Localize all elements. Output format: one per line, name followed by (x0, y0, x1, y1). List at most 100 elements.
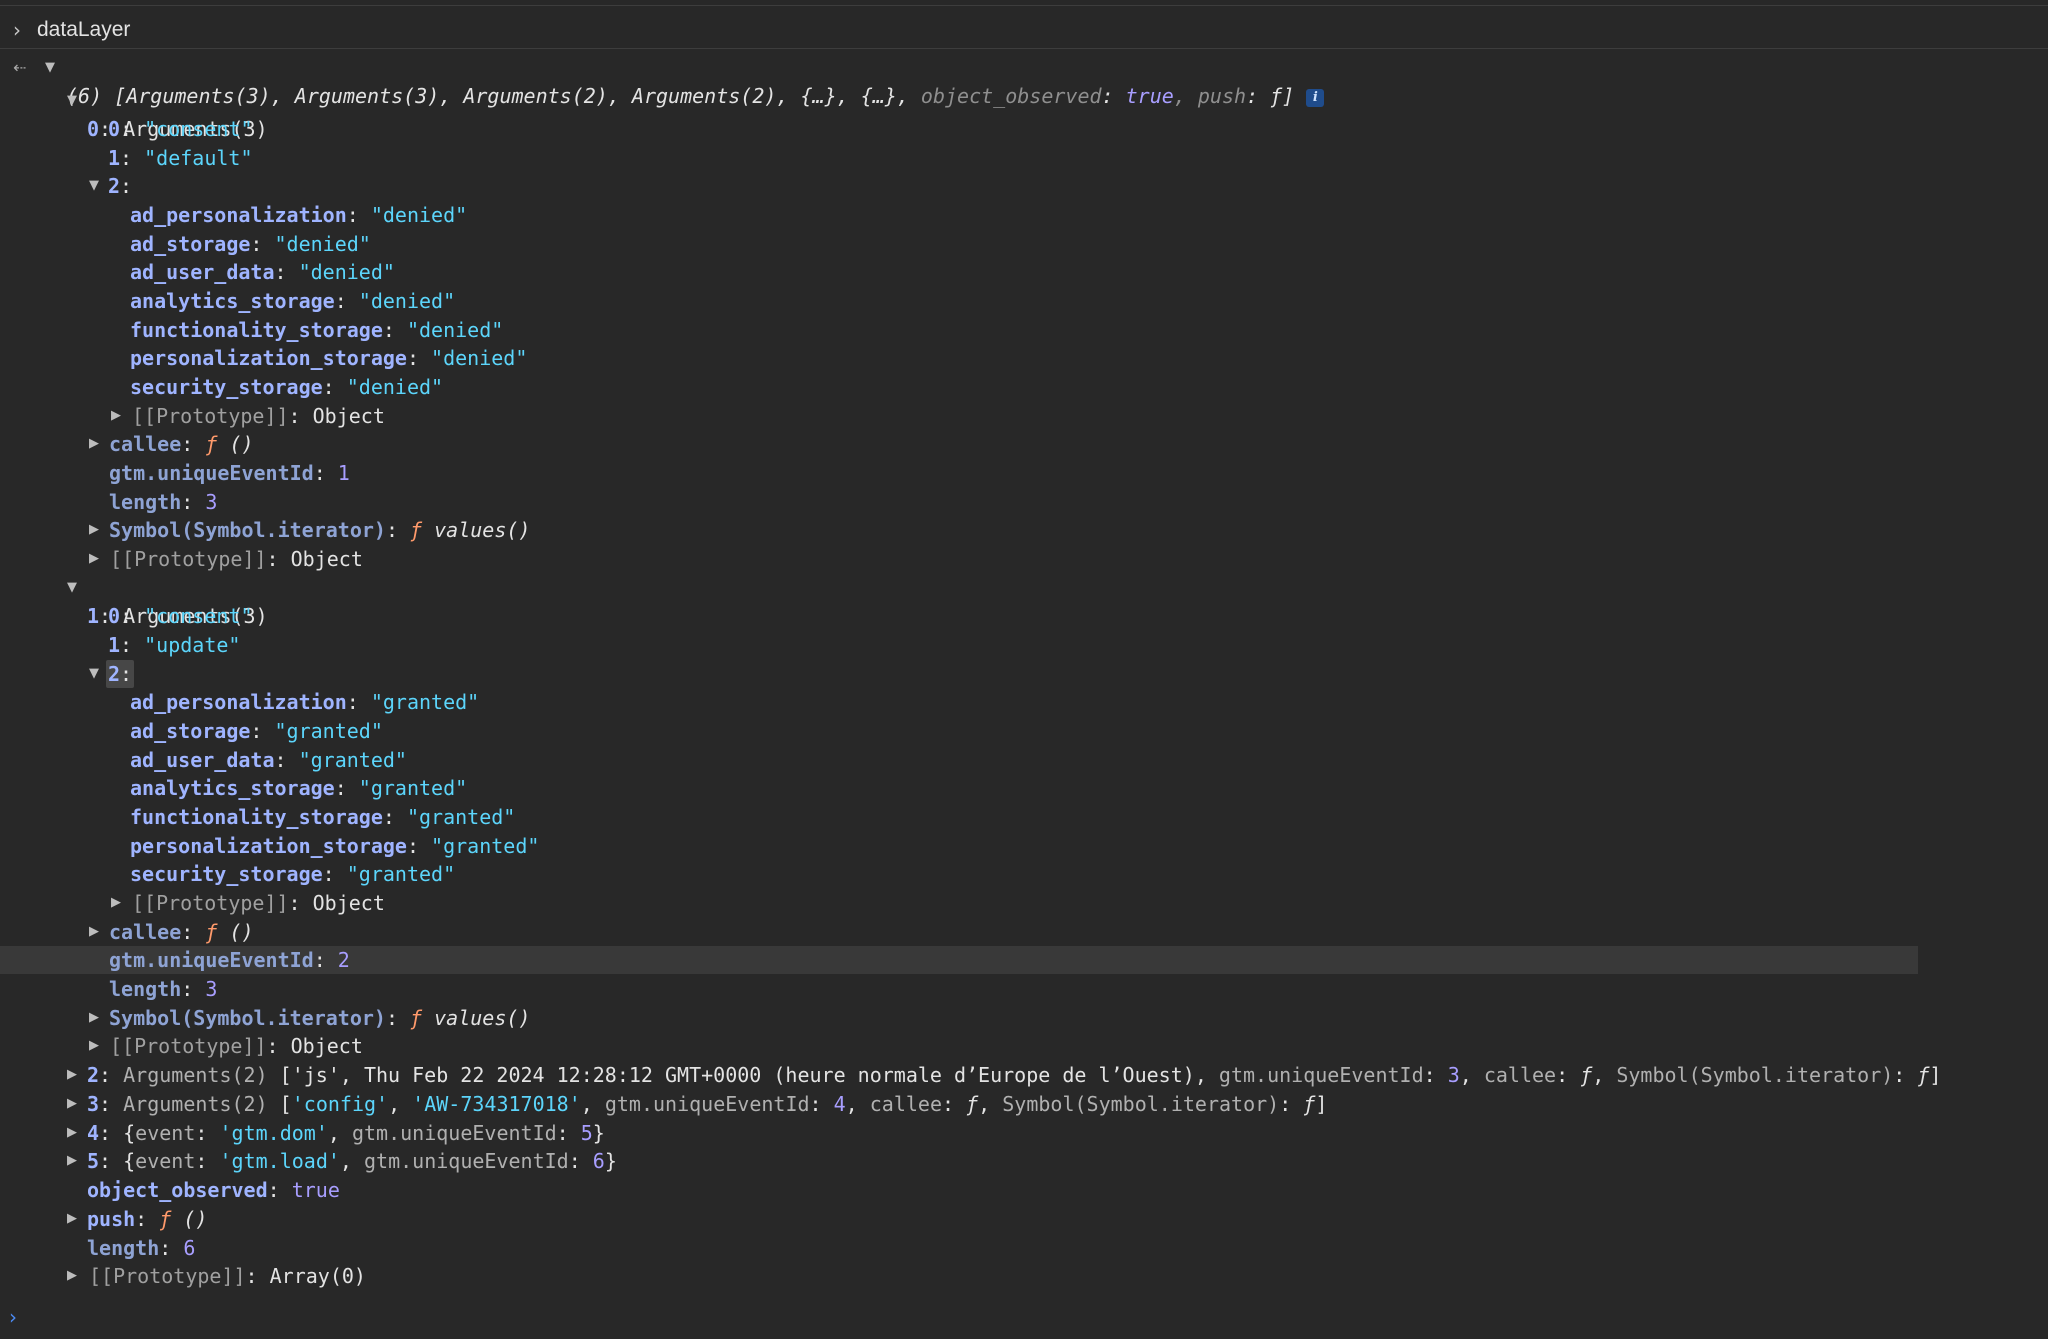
length-value: 6 (183, 1236, 196, 1260)
prop-key: analytics_storage (130, 776, 335, 800)
expand-triangle-icon[interactable]: ▶ (86, 1004, 102, 1032)
prop-key: personalization_storage (130, 346, 407, 370)
expand-triangle-icon[interactable]: ▶ (86, 1032, 102, 1060)
expand-triangle-icon[interactable]: ▼ (86, 660, 102, 688)
expand-triangle-icon[interactable]: ▶ (64, 1090, 80, 1118)
prototype-key: [[Prototype]] (110, 1034, 267, 1058)
prop-key: ad_storage (130, 232, 251, 256)
event-id-row-highlighted[interactable]: gtm.uniqueEventId: 2 (0, 946, 1918, 974)
push-row[interactable]: ▶ push: ƒ () (0, 1205, 2048, 1233)
prop-value: "granted" (431, 834, 540, 858)
iterator-key: Symbol(Symbol.iterator) (1616, 1063, 1894, 1087)
expand-triangle-icon[interactable]: ▶ (64, 1061, 80, 1089)
prop-row: ad_user_data: "granted" (130, 748, 407, 772)
entry-5-row[interactable]: ▶ 5: {event: 'gtm.load', gtm.uniqueEventI… (0, 1147, 2048, 1175)
expand-triangle-icon[interactable]: ▶ (86, 430, 102, 458)
entry-1-header[interactable]: ▼ 1: Arguments(3) (0, 574, 2048, 628)
length-row: length: 3 (109, 977, 218, 1001)
console-command-text[interactable]: dataLayer (37, 18, 130, 42)
iterator-row[interactable]: ▶ Symbol(Symbol.iterator): ƒ values() (0, 516, 2048, 544)
entry-index: 5 (87, 1149, 100, 1173)
arg-key: 2 (108, 174, 121, 198)
event-id-key: gtm.uniqueEventId (364, 1149, 569, 1173)
expand-triangle-icon[interactable]: ▶ (108, 889, 124, 917)
callee-key: callee (1483, 1063, 1557, 1087)
expand-triangle-icon[interactable]: ▶ (64, 1119, 80, 1147)
function-icon: ƒ (1917, 1063, 1930, 1087)
arg-row: 1: "default" (108, 146, 253, 170)
prop-row: analytics_storage: "denied" (130, 289, 456, 313)
object-observed-row: object_observed: true (87, 1178, 340, 1202)
arg-key: 1 (108, 146, 121, 170)
callee-key: callee (109, 432, 182, 456)
result-summary-row[interactable]: ▼ (6) [Arguments(3), Arguments(3), Argume… (0, 54, 2048, 108)
arg-row: 1: "update" (108, 633, 241, 657)
prop-key: ad_personalization (130, 203, 347, 227)
expand-triangle-icon[interactable]: ▼ (64, 87, 80, 115)
observed-value: true (291, 1178, 340, 1202)
callee-row[interactable]: ▶ callee: ƒ () (0, 430, 2048, 458)
event-id-value: 2 (337, 948, 350, 972)
prototype-value: Object (312, 404, 385, 428)
callee-key: callee (109, 920, 182, 944)
callee-key: callee (869, 1092, 943, 1116)
entry-0-header[interactable]: ▼ 0: Arguments(3) (0, 87, 2048, 141)
arg-2-header[interactable]: ▼ 2: (0, 660, 2048, 688)
prototype-row[interactable]: ▶ [[Prototype]]: Object (0, 889, 2048, 917)
prototype-key: [[Prototype]] (110, 547, 267, 571)
entry-3-row[interactable]: ▶ 3: Arguments(2) ['config', 'AW-73431701… (0, 1090, 2048, 1118)
expand-triangle-icon[interactable]: ▼ (86, 172, 102, 200)
event-id-value: 4 (833, 1092, 846, 1116)
prototype-value: Object (290, 1034, 363, 1058)
function-icon: ƒ (1580, 1063, 1593, 1087)
arg-value: "consent" (144, 117, 253, 141)
entry-4-row[interactable]: ▶ 4: {event: 'gtm.dom', gtm.uniqueEventId… (0, 1119, 2048, 1147)
prop-key: ad_storage (130, 719, 251, 743)
console-prompt-icon[interactable]: › (9, 1305, 17, 1329)
callee-row[interactable]: ▶ callee: ƒ () (0, 918, 2048, 946)
entry-open: ['js', (267, 1063, 364, 1087)
expand-triangle-icon[interactable]: ▶ (108, 402, 124, 430)
top-divider (0, 5, 2048, 6)
iterator-key: Symbol(Symbol.iterator) (109, 518, 386, 542)
iterator-row[interactable]: ▶ Symbol(Symbol.iterator): ƒ values() (0, 1004, 2048, 1032)
length-value: 3 (205, 490, 218, 514)
push-value: () (183, 1207, 208, 1231)
prop-row: functionality_storage: "denied" (130, 318, 504, 342)
expand-triangle-icon[interactable]: ▶ (64, 1147, 80, 1175)
prop-row: personalization_storage: "denied" (130, 346, 528, 370)
prop-value: "granted" (406, 805, 516, 829)
prop-value: "granted" (274, 719, 383, 743)
expand-triangle-icon[interactable]: ▶ (86, 918, 102, 946)
prototype-row[interactable]: ▶ [[Prototype]]: Object (0, 545, 2048, 573)
expand-triangle-icon[interactable]: ▼ (64, 574, 80, 602)
entry-type: Arguments(2) (123, 1063, 268, 1087)
prop-value: "granted" (346, 862, 456, 886)
function-icon: ƒ (966, 1092, 979, 1116)
prototype-row[interactable]: ▶ [[Prototype]]: Object (0, 1032, 2048, 1060)
prototype-row[interactable]: ▶ [[Prototype]]: Array(0) (0, 1262, 2048, 1290)
prototype-row[interactable]: ▶ [[Prototype]]: Object (0, 402, 2048, 430)
arg-2-header[interactable]: ▼ 2: (0, 172, 2048, 200)
entry-index: 2 (87, 1063, 100, 1087)
expand-triangle-icon[interactable]: ▼ (42, 54, 58, 82)
entry-2-row[interactable]: ▶ 2: Arguments(2) ['js', Thu Feb 22 2024 … (0, 1061, 2048, 1089)
expand-triangle-icon[interactable]: ▶ (86, 516, 102, 544)
prop-value: "granted" (298, 748, 407, 772)
prototype-key: [[Prototype]] (89, 1264, 246, 1288)
callee-value: () (229, 432, 254, 456)
length-key: length (87, 1236, 160, 1260)
expand-triangle-icon[interactable]: ▶ (64, 1205, 80, 1233)
prop-row: ad_personalization: "denied" (130, 203, 468, 227)
entry-string: 'config' (291, 1092, 389, 1116)
length-row: length: 3 (109, 490, 218, 514)
prop-row: ad_personalization: "granted" (130, 690, 480, 714)
arg-value: "default" (144, 146, 253, 170)
prop-row: functionality_storage: "granted" (130, 805, 516, 829)
event-key: event (135, 1121, 196, 1145)
event-id-key: gtm.uniqueEventId (109, 461, 314, 485)
expand-triangle-icon[interactable]: ▶ (86, 545, 102, 573)
iterator-key: Symbol(Symbol.iterator) (1002, 1092, 1280, 1116)
prop-row: ad_user_data: "denied" (130, 260, 395, 284)
expand-triangle-icon[interactable]: ▶ (64, 1262, 80, 1290)
